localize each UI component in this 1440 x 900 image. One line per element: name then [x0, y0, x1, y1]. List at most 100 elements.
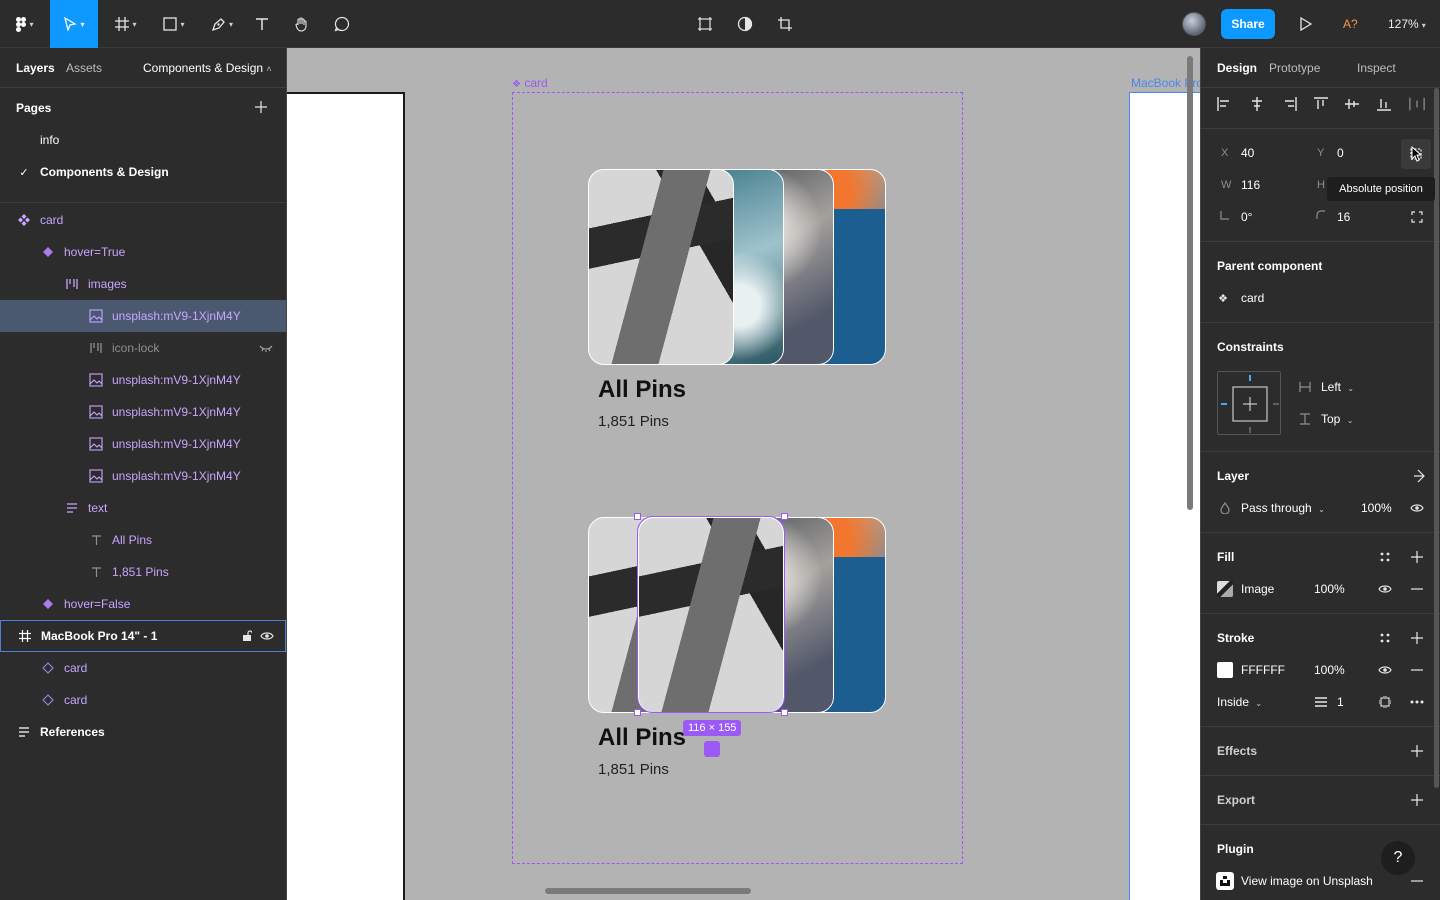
main-menu-button[interactable]: ▾	[8, 0, 42, 48]
image-fill-swatch[interactable]	[1217, 581, 1233, 597]
align-top-icon[interactable]	[1313, 96, 1329, 112]
align-center-v-icon[interactable]	[1344, 96, 1360, 112]
align-left-icon[interactable]	[1216, 96, 1232, 112]
layer-row[interactable]: MacBook Pro 14" - 1	[0, 620, 286, 652]
x-input[interactable]: 40	[1241, 146, 1254, 160]
layer-row[interactable]: hover=False	[0, 588, 286, 620]
page-switcher[interactable]: Components & Design ˄	[143, 61, 272, 75]
more-options-icon[interactable]	[1409, 694, 1425, 710]
selection-box[interactable]	[637, 516, 785, 713]
layer-opacity-input[interactable]: 100%	[1361, 501, 1392, 515]
unlock-icon[interactable]	[239, 628, 255, 644]
eye-icon[interactable]	[259, 628, 275, 644]
layer-row[interactable]: text	[0, 492, 286, 524]
go-to-main-component-icon[interactable]	[1409, 468, 1425, 484]
styles-grid-icon[interactable]	[1377, 630, 1393, 646]
pen-tool-button[interactable]: ▾	[202, 0, 242, 48]
tab-design[interactable]: Design	[1217, 61, 1257, 75]
move-tool-button[interactable]: ▾	[50, 0, 98, 48]
horizontal-scrollbar[interactable]	[545, 888, 751, 894]
layer-row[interactable]: unsplash:mV9-1XjnM4Y	[0, 428, 286, 460]
align-right-icon[interactable]	[1282, 96, 1298, 112]
remove-plugin-icon[interactable]	[1409, 873, 1425, 889]
fill-opacity-input[interactable]: 100%	[1314, 582, 1345, 596]
horizontal-constraint-dropdown[interactable]: Left ⌄	[1321, 380, 1354, 394]
tab-assets[interactable]: Assets	[66, 61, 102, 75]
page-item-components[interactable]: ✓ Components & Design	[0, 156, 286, 188]
card-title[interactable]: All Pins	[598, 376, 686, 404]
layer-row[interactable]: card	[0, 684, 286, 716]
align-center-h-icon[interactable]	[1249, 96, 1265, 112]
layer-row[interactable]: unsplash:mV9-1XjnM4Y	[0, 364, 286, 396]
help-button[interactable]: ?	[1381, 841, 1415, 875]
frame-offscreen-left[interactable]	[287, 92, 405, 900]
rotation-input[interactable]: 0°	[1241, 210, 1252, 224]
align-bottom-icon[interactable]	[1376, 96, 1392, 112]
layer-row[interactable]: unsplash:mV9-1XjnM4Y	[0, 396, 286, 428]
layer-row[interactable]: hover=True	[0, 236, 286, 268]
add-export-icon[interactable]	[1409, 792, 1425, 808]
fill-type-label[interactable]: Image	[1241, 582, 1274, 596]
layer-row[interactable]: References	[0, 716, 286, 748]
text-tool-button[interactable]	[250, 0, 274, 48]
hand-tool-button[interactable]	[290, 0, 314, 48]
parent-component-link[interactable]: card	[1241, 291, 1264, 305]
add-page-icon[interactable]	[253, 99, 269, 115]
vertical-constraint-dropdown[interactable]: Top ⌄	[1321, 412, 1353, 426]
layer-row[interactable]: All Pins	[0, 524, 286, 556]
layer-row[interactable]: images	[0, 268, 286, 300]
hidden-eye-icon[interactable]	[258, 340, 274, 356]
tab-prototype[interactable]: Prototype	[1269, 61, 1320, 75]
stroke-color-swatch[interactable]	[1217, 662, 1233, 678]
shape-tool-button[interactable]: ▾	[154, 0, 194, 48]
layer-row[interactable]: card	[0, 204, 286, 236]
card-subtitle[interactable]: 1,851 Pins	[598, 413, 669, 430]
crop-button[interactable]	[773, 0, 797, 48]
remove-fill-icon[interactable]	[1409, 581, 1425, 597]
layer-row[interactable]: 1,851 Pins	[0, 556, 286, 588]
distribute-icon[interactable]	[1409, 96, 1425, 112]
corner-radius-input[interactable]: 16	[1337, 210, 1350, 224]
resize-handle[interactable]	[781, 513, 788, 520]
present-button[interactable]	[1294, 0, 1318, 48]
card-title[interactable]: All Pins	[598, 724, 686, 752]
stroke-color-input[interactable]: FFFFFF	[1241, 663, 1285, 677]
eye-icon[interactable]	[1377, 662, 1393, 678]
frame-tool-button[interactable]: ▾	[106, 0, 146, 48]
layer-row[interactable]: icon-lock	[0, 332, 286, 364]
accessibility-check[interactable]: A?	[1343, 17, 1358, 31]
layer-row[interactable]: unsplash:mV9-1XjnM4Y	[0, 460, 286, 492]
resize-handle[interactable]	[634, 513, 641, 520]
card-subtitle[interactable]: 1,851 Pins	[598, 761, 669, 778]
y-input[interactable]: 0	[1337, 146, 1344, 160]
constraint-widget[interactable]	[1217, 371, 1281, 435]
vertical-scrollbar[interactable]	[1187, 56, 1193, 510]
component-tools-button[interactable]	[693, 0, 717, 48]
stroke-opacity-input[interactable]: 100%	[1314, 663, 1345, 677]
resize-handle[interactable]	[781, 709, 788, 716]
zoom-dropdown[interactable]: 127% ▾	[1388, 17, 1426, 31]
avatar[interactable]	[1182, 12, 1206, 36]
stroke-position-dropdown[interactable]: Inside ⌄	[1217, 695, 1262, 709]
eye-icon[interactable]	[1377, 581, 1393, 597]
resize-handle[interactable]	[634, 709, 641, 716]
view-on-unsplash-link[interactable]: View image on Unsplash	[1241, 874, 1373, 888]
target-icon[interactable]	[704, 741, 720, 757]
add-effect-icon[interactable]	[1409, 743, 1425, 759]
stroke-sides-icon[interactable]	[1377, 694, 1393, 710]
remove-stroke-icon[interactable]	[1409, 662, 1425, 678]
stroke-weight-input[interactable]: 1	[1337, 695, 1344, 709]
theme-toggle-button[interactable]	[733, 0, 757, 48]
tab-inspect[interactable]: Inspect	[1357, 61, 1396, 75]
card-frame-label[interactable]: ❖ card	[512, 76, 548, 90]
w-input[interactable]: 116	[1241, 178, 1260, 192]
add-stroke-icon[interactable]	[1409, 630, 1425, 646]
canvas[interactable]: ❖ card MacBook Pro All Pins 1,851 Pins A…	[287, 48, 1200, 900]
styles-grid-icon[interactable]	[1377, 549, 1393, 565]
blend-mode-dropdown[interactable]: Pass through ⌄	[1241, 501, 1325, 515]
comment-tool-button[interactable]	[330, 0, 354, 48]
layer-row[interactable]: card	[0, 652, 286, 684]
add-fill-icon[interactable]	[1409, 549, 1425, 565]
layer-row[interactable]: unsplash:mV9-1XjnM4Y	[0, 300, 286, 332]
independent-corners-icon[interactable]	[1409, 209, 1425, 225]
